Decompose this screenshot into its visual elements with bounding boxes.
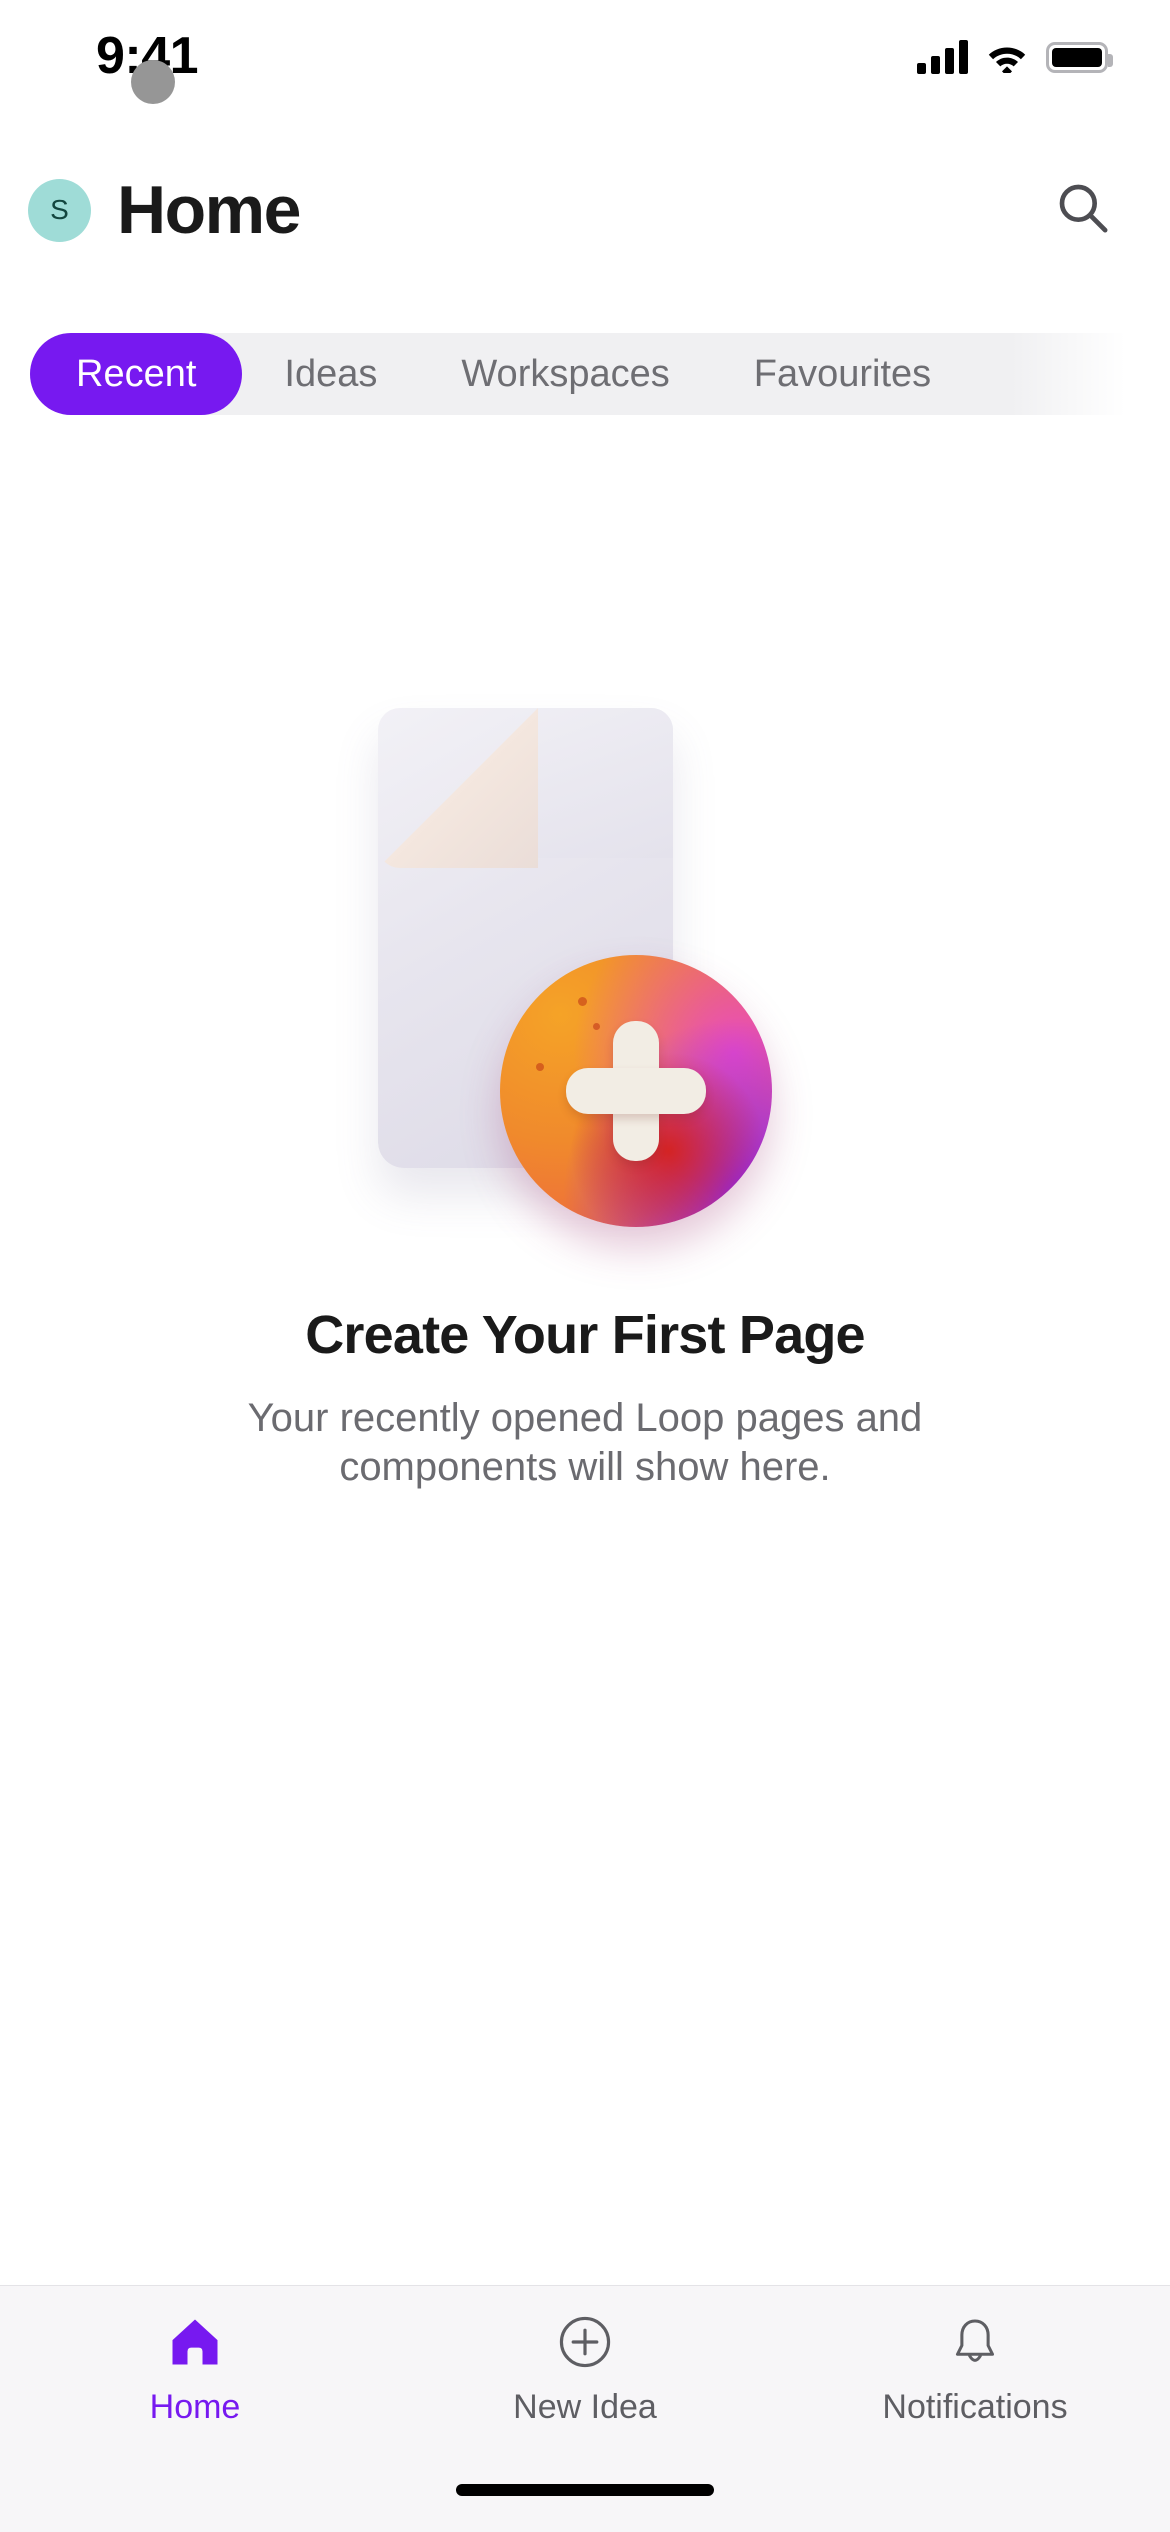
gradient-circle-badge (500, 955, 772, 1227)
nav-label-notifications: Notifications (882, 2388, 1068, 2426)
home-indicator (456, 2484, 714, 2496)
battery-full-icon (1046, 41, 1113, 73)
nav-item-notifications[interactable]: Notifications (780, 2312, 1170, 2427)
nav-item-home[interactable]: Home (0, 2312, 390, 2427)
bell-icon (947, 2312, 1003, 2372)
tab-recent[interactable]: Recent (30, 333, 243, 415)
category-tab-strip[interactable]: Recent Ideas Workspaces Favourites (0, 333, 1170, 415)
search-button[interactable] (1048, 175, 1118, 245)
touch-indicator-dot (131, 60, 175, 104)
empty-state: Create Your First Page Your recently ope… (0, 690, 1170, 1492)
status-bar-icons (917, 40, 1113, 77)
app-header: S Home (0, 155, 1170, 265)
search-icon (1055, 180, 1111, 241)
nav-label-new-idea: New Idea (513, 2388, 657, 2426)
wifi-icon (986, 41, 1028, 77)
tab-workspaces[interactable]: Workspaces (419, 333, 711, 415)
tab-scroll-container[interactable]: Recent Ideas Workspaces Favourites (30, 333, 973, 415)
speck (593, 1023, 600, 1030)
home-icon (165, 2312, 225, 2372)
cellular-signal-icon (917, 40, 968, 74)
bottom-navigation-bar: Home New Idea Notifications (0, 2285, 1170, 2532)
nav-item-new-idea[interactable]: New Idea (390, 2312, 780, 2427)
tab-ideas[interactable]: Ideas (242, 333, 419, 415)
page-title: Home (117, 172, 301, 248)
speck (536, 1063, 544, 1071)
tab-favourites[interactable]: Favourites (712, 333, 973, 415)
empty-state-title: Create Your First Page (305, 1305, 865, 1365)
status-bar: 9:41 (0, 0, 1170, 100)
new-page-illustration (370, 690, 800, 1230)
document-top-edge (515, 708, 673, 858)
speck (578, 997, 587, 1006)
plus-circle-icon (556, 2312, 614, 2372)
avatar[interactable]: S (28, 178, 91, 242)
empty-state-subtitle: Your recently opened Loop pages and comp… (247, 1396, 923, 1489)
nav-label-home: Home (149, 2388, 241, 2426)
